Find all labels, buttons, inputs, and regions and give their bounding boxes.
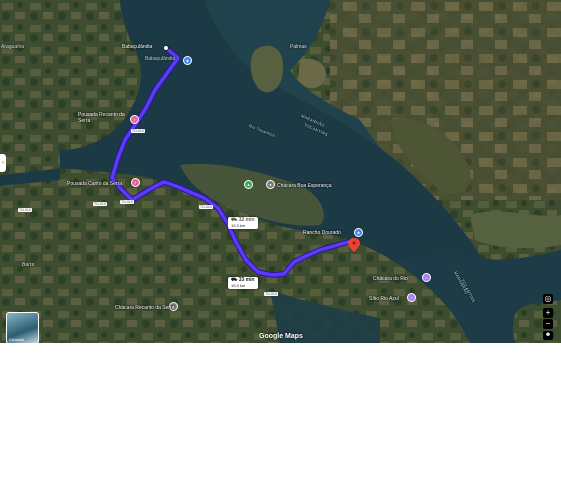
road-shield: TO-010 — [199, 205, 213, 209]
place-label-sitio-rio-azul[interactable]: Sítio Rio Azul — [369, 296, 399, 302]
place-icon[interactable]: ◈ — [183, 56, 192, 65]
collapse-panel-button[interactable]: ‹ — [0, 154, 6, 172]
route-line[interactable] — [110, 46, 350, 277]
place-label-pousada[interactable]: Pousada Canto da Serra — [67, 181, 122, 187]
place-label-babacuanha[interactable]: Babaçulândia — [122, 44, 152, 50]
street-view-icon[interactable]: ☻ — [543, 331, 553, 340]
destination-pin-icon[interactable] — [348, 238, 360, 252]
layers-button[interactable]: Camadas — [6, 312, 39, 343]
road-shield: TO-010 — [120, 200, 134, 204]
place-label-chacara-rio[interactable]: Chácara do Rio — [373, 276, 408, 282]
place-label-bottom-left: Barra — [22, 262, 35, 268]
road-shield: TO-010 — [93, 202, 107, 206]
my-location-button[interactable]: ◎ — [543, 294, 553, 304]
place-icon[interactable]: ◈ — [354, 228, 363, 237]
park-icon[interactable]: ▲ — [244, 180, 253, 189]
route-option-alternate[interactable]: ⛟ 32 min 19,3 km — [228, 217, 258, 229]
road-shield: TO-010 — [264, 292, 278, 296]
route-layer[interactable] — [0, 0, 561, 343]
road-shield: TO-010 — [131, 129, 145, 133]
hotel-icon[interactable]: ▪ — [131, 178, 140, 187]
place-icon[interactable]: ⌂ — [407, 293, 416, 302]
map-view[interactable]: Babaçulândia Babaçulândia ◈ ▪ Pousada Re… — [0, 0, 561, 343]
route-distance: 19,3 km — [231, 283, 246, 288]
place-label-chacara-serra[interactable]: Chácara Recanto da Serra — [115, 305, 174, 311]
place-icon[interactable]: ● — [266, 180, 275, 189]
place-icon[interactable]: ⌂ — [422, 273, 431, 282]
place-label-edge-small: Palmas — [290, 44, 307, 50]
layers-label: Camadas — [9, 338, 24, 342]
route-distance: 19,3 km — [231, 223, 246, 228]
place-label-pousada-top[interactable]: Pousada Recanto da Serra — [78, 112, 134, 124]
place-label-left-edge: Araguaína — [1, 44, 25, 50]
google-maps-logo: Google Maps — [259, 333, 303, 340]
place-label-esperanca[interactable]: Chácara Boa Esperança — [277, 183, 331, 189]
zoom-out-button[interactable]: − — [543, 319, 553, 329]
road-shield: TO-010 — [18, 208, 32, 212]
origin-marker[interactable] — [163, 45, 169, 51]
route-option-selected[interactable]: ⛟ 33 min 19,3 km — [228, 277, 258, 289]
place-label-babacu-top: Babaçulândia — [145, 56, 176, 62]
zoom-in-button[interactable]: + — [543, 308, 553, 318]
place-label-rancho[interactable]: Rancho Dourado — [303, 230, 341, 236]
